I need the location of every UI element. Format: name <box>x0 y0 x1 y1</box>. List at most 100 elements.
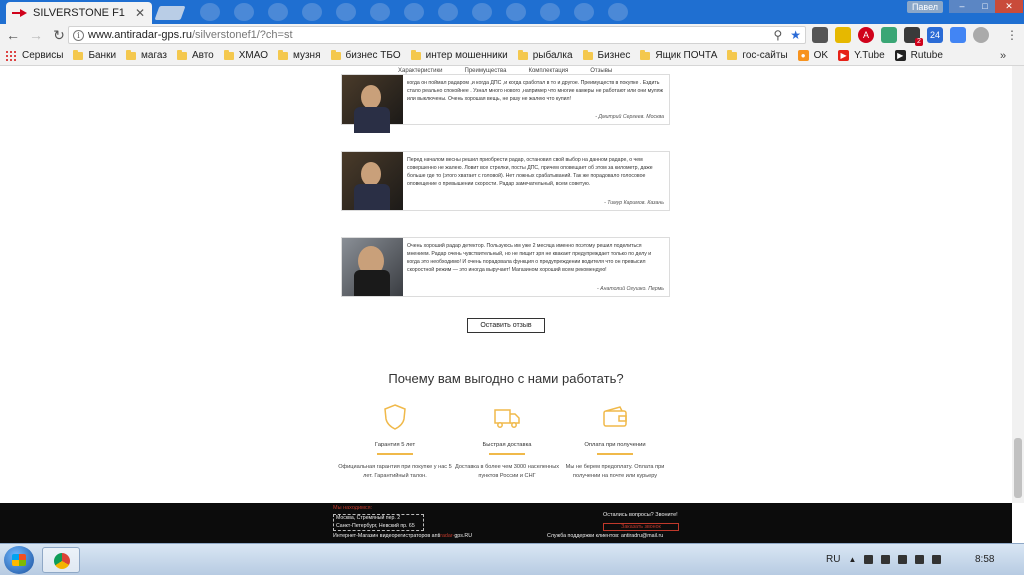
feature-divider <box>597 453 633 455</box>
bookmark-item[interactable]: ▶ Rutube <box>894 50 943 61</box>
volume-icon[interactable] <box>932 555 942 564</box>
zoom-icon[interactable]: ⚲ <box>773 28 782 42</box>
taskbar-chrome-button[interactable] <box>42 547 80 573</box>
extension-gray-icon[interactable] <box>973 27 989 43</box>
bookmark-item[interactable]: Сервисы <box>6 50 63 61</box>
footer-contacts-label: Мы находимся: <box>333 505 373 511</box>
review-card: Перед началом весны решил приобрести рад… <box>341 151 670 211</box>
bookmark-item[interactable]: ▶ Y.Tube <box>838 50 885 61</box>
folder-icon <box>176 49 187 60</box>
order-call-button[interactable]: Заказать звонок <box>603 523 679 531</box>
url-host: www.antiradar-gps.ru <box>88 29 192 41</box>
footer-support: Служба поддержки клиентов: antiradru@mai… <box>547 533 664 539</box>
extension-location-icon[interactable] <box>881 27 897 43</box>
window-close-button[interactable]: ✕ <box>995 0 1023 13</box>
tab-silverstone[interactable]: SILVERSTONE F1 ✕ <box>6 2 152 24</box>
apps-grid-icon <box>6 50 16 61</box>
clock[interactable]: 8:58 <box>975 554 994 565</box>
extension-24-icon[interactable]: 24 <box>927 27 943 43</box>
bookmark-item[interactable]: Авто <box>176 49 214 61</box>
bookmarks-bar: Сервисы Банки магаз Авто ХМАО музня бизнес ТБО… <box>0 46 1024 66</box>
extension-a-icon[interactable]: A <box>858 27 874 43</box>
footer-address-box: Москва, Стремяный пер. 2 Санкт-Петербург… <box>333 514 424 531</box>
ok-icon: ● <box>797 50 809 61</box>
scroll-thumb[interactable] <box>1014 438 1022 498</box>
footer-shop-name: Интернет-Магазин видеорегистраторов anti… <box>333 533 472 539</box>
folder-icon <box>517 49 528 60</box>
tab-close-icon[interactable]: ✕ <box>134 6 146 20</box>
footer-domain-part: .RU <box>462 533 473 539</box>
menu-icon[interactable]: ⋮ <box>1006 28 1018 42</box>
bookmark-label: музня <box>292 50 321 61</box>
screen: SILVERSTONE F1 ✕ Павел – □ ✕ ← → ↻ i www… <box>0 0 1024 575</box>
background-window-icons <box>200 3 628 21</box>
profile-button[interactable]: Павел <box>907 1 943 13</box>
bookmark-label: Ящик ПОЧТА <box>655 50 718 61</box>
bookmark-item[interactable]: интер мошенники <box>410 49 508 61</box>
bookmark-item[interactable]: Бизнес <box>582 49 631 61</box>
folder-icon <box>330 49 341 60</box>
bookmark-label: интер мошенники <box>425 50 508 61</box>
bluetooth-icon[interactable] <box>864 555 874 564</box>
flag-icon[interactable] <box>915 555 925 564</box>
network-icon[interactable] <box>881 555 891 564</box>
leave-review-button[interactable]: Оставить отзыв <box>467 318 545 333</box>
review-author: - Тимур Каримов. Казань <box>604 200 664 206</box>
feature-description: Официальная гарантия при покупке у нас 5… <box>338 464 452 479</box>
tab-title: SILVERSTONE F1 <box>33 7 125 19</box>
review-text: когда он поймал радаром ,и когда ДПС ,и … <box>407 80 663 102</box>
bookmark-item[interactable]: Банки <box>73 49 117 61</box>
bookmark-item[interactable]: музня <box>277 49 321 61</box>
bookmark-label: Y.Tube <box>854 50 885 61</box>
address-bar[interactable]: i www.antiradar-gps.ru /silverstonef1/?c… <box>68 26 806 44</box>
back-icon[interactable]: ← <box>3 25 23 45</box>
feature-warranty: Гарантия 5 лет Официальная гарантия при … <box>335 402 455 480</box>
system-tray: RU ▲ <box>826 554 942 565</box>
bookmark-item[interactable]: Ящик ПОЧТА <box>640 49 718 61</box>
bookmark-item[interactable]: рыбалка <box>517 49 573 61</box>
extension-pencil-icon[interactable] <box>835 27 851 43</box>
bookmark-label: Банки <box>88 50 117 61</box>
language-indicator[interactable]: RU <box>826 554 840 565</box>
url-path: /silverstonef1/?ch=st <box>191 29 293 41</box>
truck-icon <box>494 409 520 428</box>
bookmark-item[interactable]: ● OK <box>797 50 829 61</box>
page-scrollbar[interactable] <box>1012 66 1024 503</box>
bookmark-item[interactable]: магаз <box>126 49 167 61</box>
forward-icon[interactable]: → <box>26 25 46 45</box>
feature-description: Мы не берем предоплату. Оплата при получ… <box>565 464 665 479</box>
bookmark-item[interactable]: ХМАО <box>223 49 268 61</box>
reload-icon[interactable]: ↻ <box>49 25 69 45</box>
feature-title: Гарантия 5 лет <box>374 442 416 448</box>
extension-translate-icon[interactable] <box>950 27 966 43</box>
bookmark-label: OK <box>813 50 829 61</box>
feature-delivery: Быстрая доставка Доставка в более чем 30… <box>447 402 567 480</box>
bookmark-label: Сервисы <box>22 50 64 61</box>
bookmark-star-icon[interactable]: ★ <box>790 28 801 42</box>
bookmarks-overflow-icon[interactable]: » <box>1000 50 1006 62</box>
bookmark-label: ХМАО <box>238 50 268 61</box>
footer-domain-part: anti <box>431 533 441 539</box>
tray-expand-icon[interactable]: ▲ <box>848 555 856 564</box>
bookmark-label: Rutube <box>910 50 943 61</box>
new-tab-button[interactable] <box>154 6 186 20</box>
site-footer: Мы находимся: Москва, Стремяный пер. 2 С… <box>0 503 1012 543</box>
footer-address-spb: Санкт-Петербург, Невский пр. 65 <box>336 522 415 529</box>
site-info-icon[interactable]: i <box>73 29 84 41</box>
bookmark-label: Бизнес <box>597 50 631 61</box>
review-card: когда он поймал радаром ,и когда ДПС ,и … <box>341 74 670 133</box>
folder-icon <box>277 49 288 60</box>
bookmark-item[interactable]: гос-сайты <box>727 49 788 61</box>
footer-question: Остались вопросы? Звоните! <box>603 512 678 518</box>
power-icon[interactable] <box>898 555 908 564</box>
review-text: Очень хороший радар детектор. Пользуюсь … <box>407 243 652 273</box>
why-us-heading: Почему вам выгодно с нами работать? <box>388 371 624 386</box>
bookmark-item[interactable]: бизнес ТБО <box>330 49 401 61</box>
feature-description: Доставка в более чем 3000 населенных пун… <box>454 464 560 479</box>
footer-domain-part: gps <box>454 533 463 539</box>
bookmark-label: рыбалка <box>532 50 573 61</box>
start-button[interactable] <box>4 546 34 574</box>
extension-cube-icon[interactable] <box>812 27 828 43</box>
browser-toolbar: ← → ↻ i www.antiradar-gps.ru /silverston… <box>0 24 1024 46</box>
extension-store-icon[interactable]: 2 <box>904 27 923 46</box>
